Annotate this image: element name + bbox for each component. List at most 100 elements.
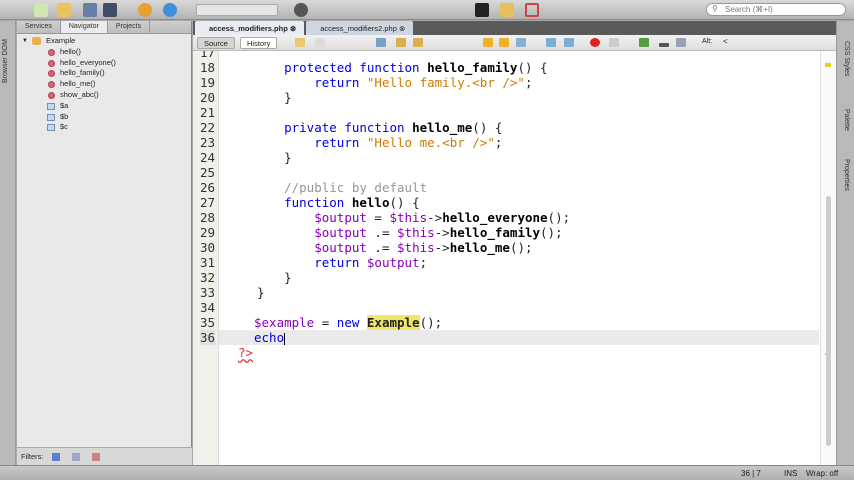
filters-bar: Filters: [17, 447, 192, 465]
lt-button[interactable]: < [723, 37, 728, 46]
tab-services[interactable]: Services [17, 21, 61, 33]
search-placeholder: Search (⌘+I) [725, 5, 773, 14]
protected-field-icon [47, 113, 55, 121]
new-project-icon[interactable] [57, 3, 71, 17]
prev-bookmark-icon[interactable] [483, 38, 493, 47]
tree-item[interactable]: $c [17, 122, 191, 133]
find-previous-icon[interactable] [396, 38, 406, 47]
open-project-icon[interactable] [83, 3, 97, 17]
line-number: 20 [199, 90, 215, 105]
terminal-icon[interactable] [475, 3, 489, 17]
status-bar: 36 | 7 INS Wrap: off [0, 465, 854, 480]
code-line-26: //public by default [284, 180, 428, 195]
tree-item[interactable]: hello_family() [17, 68, 191, 79]
tab-access-modifiers[interactable]: access_modifiers.php ⊗ [195, 21, 305, 35]
method-icon [48, 48, 55, 56]
tree-item[interactable]: hello_everyone() [17, 58, 191, 69]
navigator-panel: Services Navigator Projects ▼ Example hel… [17, 21, 192, 465]
expand-arrow-icon[interactable]: ▼ [22, 36, 28, 47]
last-edit-icon[interactable] [295, 38, 305, 47]
css-styles-tab[interactable]: CSS Styles [843, 41, 850, 76]
comment-icon[interactable] [639, 38, 649, 47]
line-number: 30 [199, 240, 215, 255]
tree-item-label: $b [60, 111, 69, 121]
tree-item-class[interactable]: ▼ Example [17, 36, 191, 47]
warning-stripe-mark[interactable] [825, 63, 831, 67]
line-number: 17 [199, 51, 215, 60]
undo-icon[interactable] [138, 3, 152, 17]
line-number: 36 [199, 330, 215, 345]
tools-icon[interactable] [525, 3, 539, 17]
code-line-29: $output .= $this->hello_family(); [314, 225, 563, 240]
line-number-gutter: 17 18 19 20 21 22 23 24 25 26 27 28 29 30 31 32 33 34 35 36 [193, 51, 219, 465]
stop-macro-icon[interactable] [609, 38, 619, 47]
alt-label[interactable]: Alt: [702, 38, 712, 45]
find-icon[interactable] [376, 38, 386, 47]
code-line-20: } [284, 90, 292, 105]
history-button[interactable]: History [240, 37, 278, 49]
toggle-bookmark-icon[interactable] [516, 38, 526, 47]
tree-item[interactable]: $a [17, 101, 191, 112]
source-button[interactable]: Source [197, 37, 235, 49]
line-number: 32 [199, 270, 215, 285]
method-icon [48, 91, 55, 99]
wrap-status: Wrap: off [806, 469, 839, 478]
record-macro-icon[interactable] [590, 38, 600, 47]
tab-access-modifiers2[interactable]: access_modifiers2.php ⊗ [306, 21, 414, 35]
right-side-strip: CSS Styles Palette Properties [836, 21, 854, 465]
database-icon[interactable] [676, 38, 686, 47]
code-line-18: protected function hello_family() { [284, 60, 548, 75]
filter-fields-icon[interactable] [51, 453, 60, 462]
line-number: 31 [199, 255, 215, 270]
code-line-19: return "Hello family.<br />"; [314, 75, 533, 90]
find-next-icon[interactable] [413, 38, 423, 47]
tab-projects[interactable]: Projects [108, 21, 151, 33]
tab-navigator[interactable]: Navigator [60, 21, 108, 33]
filter-inherited-icon[interactable] [71, 453, 80, 462]
line-number: 29 [199, 225, 215, 240]
tree-item[interactable]: hello_me() [17, 79, 191, 90]
code-line-30: $output .= $this->hello_me(); [314, 240, 533, 255]
tree-item-label: show_abc() [60, 89, 99, 99]
filter-private-icon[interactable] [91, 453, 100, 462]
redo-icon[interactable] [163, 3, 177, 17]
back-icon[interactable] [315, 38, 325, 47]
code-area[interactable]: protected function hello_family() { retu… [219, 51, 819, 465]
config-dropdown[interactable] [196, 4, 278, 16]
next-bookmark-icon[interactable] [499, 38, 509, 47]
text-caret [284, 332, 286, 345]
code-line-31: return $output; [314, 255, 428, 270]
vertical-scrollbar[interactable] [820, 51, 836, 465]
tree-item[interactable]: hello() [17, 47, 191, 58]
properties-tab[interactable]: Properties [843, 159, 850, 191]
save-all-icon[interactable] [103, 3, 117, 17]
shift-left-icon[interactable] [546, 38, 556, 47]
line-number: 23 [199, 135, 215, 150]
tree-item[interactable]: $b [17, 112, 191, 123]
uncomment-icon[interactable] [659, 43, 669, 47]
tree-item[interactable]: show_abc() [17, 90, 191, 101]
insert-mode: INS [784, 469, 798, 478]
tree-item-label: hello() [60, 46, 81, 56]
navigator-tree: ▼ Example hello() hello_everyone() hello_… [17, 34, 191, 133]
tab-label: access_modifiers.php [209, 24, 288, 33]
code-line-23: return "Hello me.<br />"; [314, 135, 503, 150]
code-line-36-current: echo [219, 330, 819, 345]
tree-item-label: hello_everyone() [60, 57, 116, 67]
tree-item-label: $a [60, 100, 69, 110]
browser-dom-tab[interactable]: Browser DOM [2, 39, 9, 83]
search-input[interactable]: ⚲ Search (⌘+I) [706, 3, 846, 16]
run-icon[interactable] [294, 3, 308, 17]
library-icon[interactable] [500, 3, 514, 17]
palette-tab[interactable]: Palette [843, 109, 850, 131]
close-icon[interactable]: ⊗ [399, 24, 405, 33]
new-file-icon[interactable] [34, 3, 48, 17]
close-icon[interactable]: ⊗ [290, 24, 296, 33]
filters-label: Filters: [21, 452, 44, 461]
shift-right-icon[interactable] [564, 38, 574, 47]
scrollbar-thumb[interactable] [826, 196, 831, 446]
code-line-28: $output = $this->hello_everyone(); [314, 210, 571, 225]
protected-method-icon [48, 70, 55, 78]
code-editor: access_modifiers.php ⊗ access_modifiers2… [193, 21, 836, 465]
left-side-strip: Browser DOM [0, 21, 16, 465]
